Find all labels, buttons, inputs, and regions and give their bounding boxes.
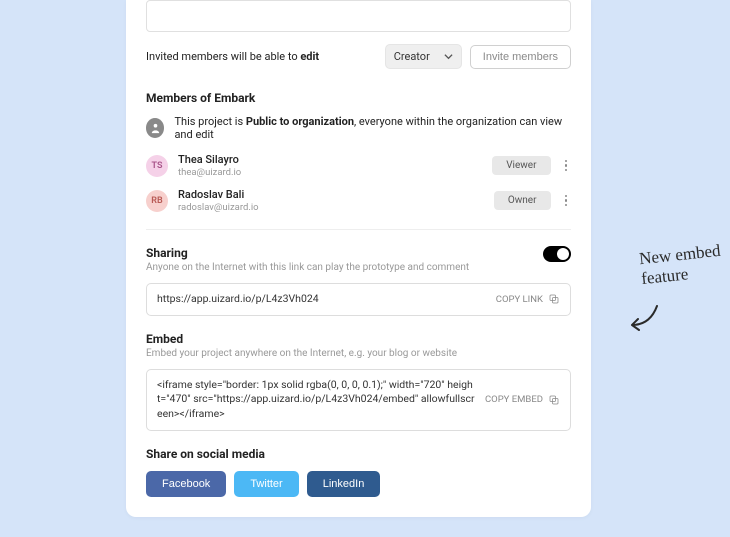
embed-section-title: Embed <box>146 332 571 346</box>
invite-message-input[interactable] <box>146 0 571 32</box>
sharing-section-title: Sharing <box>146 246 543 260</box>
share-modal: Invited members will be able to edit Cre… <box>126 0 591 517</box>
organization-icon <box>146 118 164 138</box>
member-role-badge[interactable]: Owner <box>494 191 551 210</box>
copy-embed-button[interactable]: COPY EMBED <box>485 394 560 406</box>
social-section-title: Share on social media <box>146 447 571 461</box>
embed-subtitle: Embed your project anywhere on the Inter… <box>146 348 571 359</box>
project-visibility-row: This project is Public to organization, … <box>146 115 571 141</box>
share-link-box: https://app.uizard.io/p/L4z3Vh024 COPY L… <box>146 283 571 316</box>
member-name: Radoslav Bali <box>178 188 484 201</box>
member-role-badge[interactable]: Viewer <box>492 156 550 175</box>
member-email: radoslav@uizard.io <box>178 202 484 213</box>
member-email: thea@uizard.io <box>178 167 482 178</box>
member-name: Thea Silayro <box>178 153 482 166</box>
invite-members-button[interactable]: Invite members <box>470 45 571 69</box>
linkedin-button[interactable]: LinkedIn <box>307 471 381 497</box>
divider <box>146 229 571 230</box>
chevron-down-icon <box>444 52 453 61</box>
member-menu-button[interactable] <box>561 156 572 176</box>
embed-code-box: <iframe style="border: 1px solid rgba(0,… <box>146 369 571 431</box>
copy-icon <box>548 293 560 305</box>
member-row: RB Radoslav Bali radoslav@uizard.io Owne… <box>146 188 571 213</box>
facebook-button[interactable]: Facebook <box>146 471 226 497</box>
social-buttons-row: Facebook Twitter LinkedIn <box>146 471 571 497</box>
copy-icon <box>548 394 560 406</box>
member-row: TS Thea Silayro thea@uizard.io Viewer <box>146 153 571 178</box>
twitter-button[interactable]: Twitter <box>234 471 298 497</box>
avatar: TS <box>146 155 168 177</box>
sharing-toggle[interactable] <box>543 246 571 262</box>
members-section-title: Members of Embark <box>146 91 571 105</box>
share-link-text[interactable]: https://app.uizard.io/p/L4z3Vh024 <box>157 292 486 307</box>
invite-permission-text: Invited members will be able to edit <box>146 50 319 63</box>
avatar: RB <box>146 190 168 212</box>
copy-link-button[interactable]: COPY LINK <box>496 293 560 305</box>
invite-row: Invited members will be able to edit Cre… <box>146 44 571 69</box>
handwritten-annotation: New embed feature <box>639 241 724 288</box>
invite-role-select[interactable]: Creator <box>385 44 462 69</box>
arrow-icon <box>622 303 662 342</box>
sharing-subtitle: Anyone on the Internet with this link ca… <box>146 262 543 273</box>
member-menu-button[interactable] <box>561 191 572 211</box>
embed-code-text[interactable]: <iframe style="border: 1px solid rgba(0,… <box>157 378 475 422</box>
